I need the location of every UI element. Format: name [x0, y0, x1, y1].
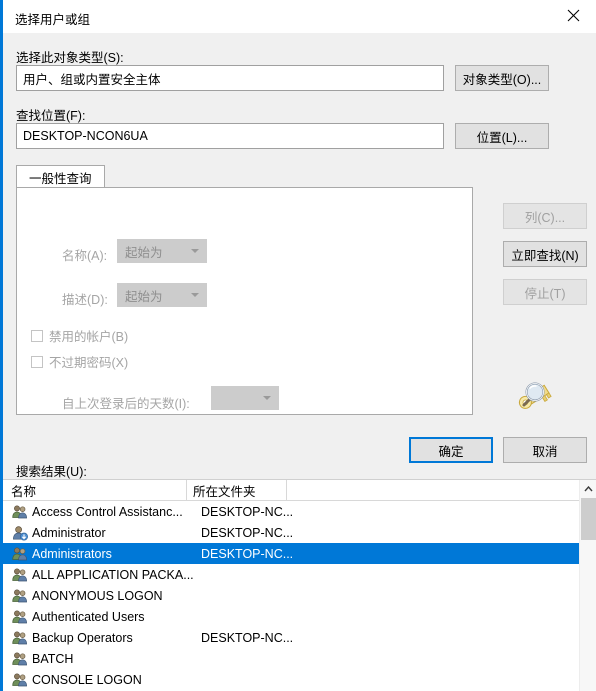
- find-now-button[interactable]: 立即查找(N): [503, 241, 587, 267]
- row-name: Access Control Assistanc...: [32, 504, 183, 519]
- group-icon: [12, 672, 28, 688]
- table-row[interactable]: ALL APPLICATION PACKA...: [3, 564, 579, 585]
- table-row[interactable]: Administrators DESKTOP-NC...: [3, 543, 579, 564]
- window-title: 选择用户或组: [15, 13, 91, 27]
- row-folder: DESKTOP-NC...: [201, 525, 294, 540]
- column-header-name[interactable]: 名称: [11, 480, 187, 500]
- title-bar: 选择用户或组: [3, 0, 596, 33]
- close-button[interactable]: [551, 0, 596, 30]
- location-value: DESKTOP-NCON6UA: [23, 129, 148, 143]
- table-row[interactable]: Backup Operators DESKTOP-NC...: [3, 627, 579, 648]
- select-users-or-groups-dialog: 选择用户或组 选择此对象类型(S): 用户、组或内置安全主体 对象类型(O)..…: [0, 0, 596, 691]
- group-icon: [12, 630, 27, 644]
- group-icon: [12, 588, 28, 604]
- dialog-body: 选择此对象类型(S): 用户、组或内置安全主体 对象类型(O)... 查找位置(…: [3, 33, 596, 691]
- description-condition-select[interactable]: 起始为: [117, 283, 207, 307]
- row-name: CONSOLE LOGON: [32, 672, 142, 687]
- group-icon: [12, 588, 27, 602]
- row-name: Authenticated Users: [32, 609, 145, 624]
- row-name: Backup Operators: [32, 630, 133, 645]
- group-icon: [12, 651, 28, 667]
- group-icon: [12, 609, 27, 623]
- days-since-logon-label: 自上次登录后的天数(I):: [62, 397, 190, 411]
- group-icon: [12, 609, 28, 625]
- vertical-scrollbar[interactable]: [579, 480, 596, 691]
- chevron-down-icon: [263, 396, 271, 400]
- group-icon: [12, 567, 27, 581]
- object-type-value: 用户、组或内置安全主体: [23, 72, 161, 87]
- disabled-accounts-checkbox[interactable]: 禁用的帐户(B): [31, 326, 128, 345]
- object-type-input[interactable]: 用户、组或内置安全主体: [16, 65, 444, 91]
- non-expiring-password-checkbox[interactable]: 不过期密码(X): [31, 352, 128, 371]
- ok-button[interactable]: 确定: [409, 437, 493, 463]
- table-row[interactable]: ANONYMOUS LOGON: [3, 585, 579, 606]
- search-results-listview[interactable]: 名称 所在文件夹 Access Control Assistanc... DESK…: [3, 479, 596, 691]
- group-icon: [12, 672, 27, 686]
- group-icon: [12, 651, 27, 665]
- list-rows: Access Control Assistanc... DESKTOP-NC...…: [3, 501, 579, 690]
- user-icon: [13, 525, 28, 541]
- search-results-label: 搜索结果(U):: [16, 465, 87, 479]
- column-header-folder[interactable]: 所在文件夹: [193, 480, 287, 500]
- non-expiring-password-label: 不过期密码(X): [49, 356, 129, 370]
- scrollbar-thumb[interactable]: [581, 498, 596, 540]
- table-row[interactable]: Administrator DESKTOP-NC...: [3, 522, 579, 543]
- stop-button[interactable]: 停止(T): [503, 279, 587, 305]
- chevron-down-icon: [191, 249, 199, 253]
- table-row[interactable]: CONSOLE LOGON: [3, 669, 579, 690]
- disabled-accounts-label: 禁用的帐户(B): [49, 330, 129, 344]
- checkbox-box: [31, 329, 43, 342]
- group-icon: [12, 546, 28, 562]
- group-icon: [12, 504, 28, 520]
- object-types-button[interactable]: 对象类型(O)...: [455, 65, 549, 91]
- location-label: 查找位置(F):: [16, 109, 86, 123]
- row-folder: DESKTOP-NC...: [201, 546, 294, 561]
- name-condition-select[interactable]: 起始为: [117, 239, 207, 263]
- group-icon: [12, 630, 28, 646]
- table-row[interactable]: BATCH: [3, 648, 579, 669]
- tab-common-queries[interactable]: 一般性查询: [16, 165, 105, 188]
- columns-button[interactable]: 列(C)...: [503, 203, 587, 229]
- user-icon: [12, 525, 28, 541]
- object-type-label: 选择此对象类型(S):: [16, 51, 124, 65]
- group-icon: [12, 504, 27, 518]
- row-folder: DESKTOP-NC...: [201, 504, 294, 519]
- name-label: 名称(A):: [62, 249, 108, 263]
- list-header: 名称 所在文件夹: [3, 480, 579, 501]
- row-name: ANONYMOUS LOGON: [32, 588, 163, 603]
- row-name: Administrators: [32, 546, 112, 561]
- chevron-up-icon: [583, 485, 593, 491]
- description-label: 描述(D):: [62, 293, 108, 307]
- scroll-up-button[interactable]: [580, 480, 596, 497]
- row-name: ALL APPLICATION PACKA...: [32, 567, 194, 582]
- locations-button[interactable]: 位置(L)...: [455, 123, 549, 149]
- row-name: Administrator: [32, 525, 106, 540]
- days-since-logon-select[interactable]: [211, 386, 279, 410]
- search-key-icon: [518, 382, 552, 409]
- table-row[interactable]: Authenticated Users: [3, 606, 579, 627]
- common-queries-panel: 名称(A): 起始为 描述(D): 起始为 禁用的帐户(B) 不过期密码(X): [16, 187, 473, 415]
- close-icon: [567, 9, 580, 21]
- row-name: BATCH: [32, 651, 74, 666]
- checkbox-box: [31, 355, 43, 368]
- group-icon: [12, 567, 28, 583]
- chevron-down-icon: [191, 293, 199, 297]
- table-row[interactable]: Access Control Assistanc... DESKTOP-NC...: [3, 501, 579, 522]
- cancel-button[interactable]: 取消: [503, 437, 587, 463]
- row-folder: DESKTOP-NC...: [201, 630, 294, 645]
- location-input[interactable]: DESKTOP-NCON6UA: [16, 123, 444, 149]
- tab-strip: 一般性查询: [16, 165, 473, 188]
- group-icon: [12, 546, 27, 560]
